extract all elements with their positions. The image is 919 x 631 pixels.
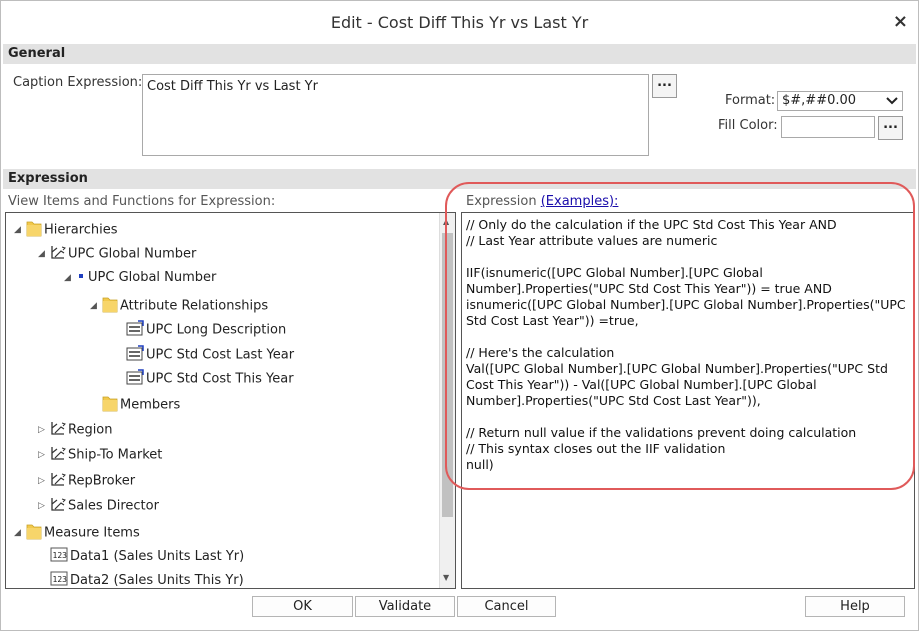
tree-item[interactable]: ▷ Sales Director: [38, 496, 159, 516]
fill-color-picker-button[interactable]: ...: [878, 116, 903, 140]
folder-icon: [26, 522, 42, 544]
help-button[interactable]: Help: [805, 596, 905, 617]
attribute-icon: [126, 369, 144, 389]
tree-scrollbar[interactable]: ▲ ▼: [439, 213, 455, 588]
tree-item[interactable]: ▷ Region: [38, 420, 113, 440]
tree-item[interactable]: 123 Data1 (Sales Units Last Yr): [38, 547, 244, 567]
caption-expression-label: Caption Expression:: [13, 75, 143, 90]
format-select-value: $#,##0.00: [782, 93, 857, 108]
dialog-title: Edit - Cost Diff This Yr vs Last Yr: [330, 13, 589, 32]
svg-text:123: 123: [53, 551, 68, 560]
tree-item[interactable]: ◢ UPC Global Number: [64, 270, 216, 290]
tree-item[interactable]: ◢ Attribute Relationships: [90, 295, 268, 315]
hierarchy-icon: [50, 420, 66, 440]
folder-icon: [26, 219, 42, 241]
tree-item-label: Data2 (Sales Units This Yr): [70, 573, 244, 588]
measure-icon: 123: [50, 571, 68, 588]
tree-item-label: Attribute Relationships: [120, 298, 269, 314]
scroll-down-icon[interactable]: ▼: [443, 573, 449, 582]
examples-link[interactable]: (Examples):: [541, 194, 619, 209]
tree-item-label: UPC Global Number: [88, 270, 217, 285]
collapse-icon[interactable]: ◢: [38, 249, 50, 259]
expand-icon[interactable]: ▷: [38, 425, 50, 435]
scroll-up-icon[interactable]: ▲: [443, 217, 449, 226]
view-items-label: View Items and Functions for Expression:: [8, 194, 276, 209]
caption-expression-input[interactable]: Cost Diff This Yr vs Last Yr: [142, 74, 649, 156]
tree-item-label: Measure Items: [44, 525, 140, 541]
cancel-button[interactable]: Cancel: [457, 596, 556, 617]
collapse-icon[interactable]: ◢: [90, 301, 102, 311]
expression-editor[interactable]: // Only do the calculation if the UPC St…: [461, 212, 915, 589]
edit-dialog: Edit - Cost Diff This Yr vs Last Yr × Ge…: [0, 0, 919, 631]
format-label: Format:: [725, 93, 776, 108]
tree-item[interactable]: ▷ RepBroker: [38, 471, 135, 491]
tree-item-label: UPC Std Cost This Year: [146, 371, 294, 387]
tree-item-label: UPC Std Cost Last Year: [146, 347, 295, 363]
title-bar: Edit - Cost Diff This Yr vs Last Yr ×: [1, 1, 918, 43]
expression-section-header: Expression: [3, 169, 916, 189]
tree-item[interactable]: 123 Data2 (Sales Units This Yr): [38, 571, 244, 588]
tree-item-label: Ship-To Market: [68, 447, 163, 463]
expression-label: Expression (Examples):: [466, 194, 618, 209]
tree-item-label: Members: [120, 397, 181, 413]
tree-item[interactable]: ◢ UPC Global Number: [38, 244, 196, 264]
expression-text[interactable]: // Only do the calculation if the UPC St…: [466, 217, 912, 473]
level-dot-icon: [76, 270, 86, 285]
expand-icon[interactable]: ▷: [38, 501, 50, 511]
tree-item[interactable]: ◢ Measure Items: [14, 522, 140, 542]
validate-button[interactable]: Validate: [355, 596, 455, 617]
folder-icon: [102, 394, 118, 416]
tree-item-label: Region: [68, 422, 113, 438]
tree-item[interactable]: UPC Std Cost This Year: [114, 369, 294, 389]
tree-item-label: Sales Director: [68, 498, 159, 514]
fill-color-input[interactable]: [781, 116, 875, 138]
expand-icon[interactable]: ▷: [38, 476, 50, 486]
tree-item-label: UPC Long Description: [146, 322, 287, 338]
general-section-header: General: [3, 44, 916, 64]
hierarchy-icon: [50, 445, 66, 465]
tree-item-label: Hierarchies: [44, 222, 118, 238]
collapse-icon[interactable]: ◢: [64, 273, 76, 283]
tree-item-label: RepBroker: [68, 473, 136, 489]
tree-item[interactable]: Members: [90, 394, 180, 414]
hierarchy-icon: [50, 471, 66, 491]
scroll-thumb[interactable]: [442, 233, 453, 517]
collapse-icon[interactable]: ◢: [14, 528, 26, 538]
tree-item[interactable]: UPC Std Cost Last Year: [114, 345, 294, 365]
hierarchy-icon: [50, 244, 66, 264]
ok-button[interactable]: OK: [252, 596, 353, 617]
measure-icon: 123: [50, 547, 68, 566]
chevron-down-icon: [886, 92, 898, 114]
attribute-icon: [126, 320, 144, 340]
expression-label-text: Expression: [466, 194, 537, 209]
attribute-icon: [126, 345, 144, 365]
tree-item[interactable]: ▷ Ship-To Market: [38, 445, 162, 465]
expand-icon[interactable]: ▷: [38, 450, 50, 460]
tree-item-label: Data1 (Sales Units Last Yr): [70, 549, 245, 564]
format-select[interactable]: $#,##0.00: [777, 91, 903, 111]
close-icon[interactable]: ×: [893, 11, 908, 32]
hierarchy-icon: [50, 496, 66, 516]
tree-item-label: UPC Global Number: [68, 246, 197, 262]
tree-item[interactable]: UPC Long Description: [114, 320, 286, 340]
folder-icon: [102, 295, 118, 317]
svg-text:123: 123: [53, 575, 68, 584]
tree-item[interactable]: ◢ Hierarchies: [14, 219, 118, 239]
fill-color-label: Fill Color:: [718, 118, 778, 133]
collapse-icon[interactable]: ◢: [14, 225, 26, 235]
items-tree[interactable]: ◢ Hierarchies ◢ UPC Global Number ◢ UPC Globa…: [5, 212, 456, 589]
caption-builder-button[interactable]: ...: [652, 74, 677, 98]
